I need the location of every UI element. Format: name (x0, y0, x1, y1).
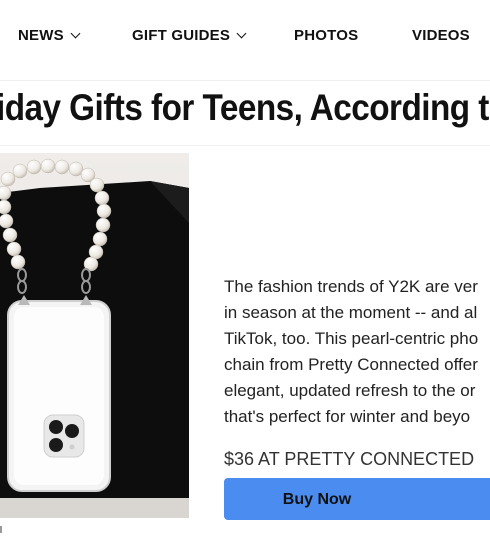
top-nav: NEWS GIFT GUIDES PHOTOS VIDEOS (0, 0, 490, 78)
product-description: The fashion trends of Y2K are ver in sea… (224, 277, 479, 426)
headline-band: iday Gifts for Teens, According to (0, 80, 490, 146)
chevron-down-icon (236, 28, 247, 39)
image-credit-mark (0, 526, 2, 533)
nav-gift-guides[interactable]: GIFT GUIDES (132, 27, 247, 44)
pearl-phone-chain-icon (0, 153, 189, 518)
nav-news[interactable]: NEWS (18, 27, 81, 44)
price-label[interactable]: $36 AT PRETTY CONNECTED (224, 449, 474, 470)
nav-news-label: NEWS (18, 27, 64, 44)
buy-now-label: Buy Now (282, 491, 352, 508)
nav-videos-label: VIDEOS (412, 27, 470, 44)
chevron-down-icon (70, 28, 81, 39)
article-headline: iday Gifts for Teens, According to (0, 87, 490, 128)
product-image (0, 153, 189, 518)
nav-photos[interactable]: PHOTOS (294, 27, 358, 44)
buy-now-button[interactable]: Buy Now (224, 478, 490, 520)
nav-gift-guides-label: GIFT GUIDES (132, 27, 231, 44)
nav-videos[interactable]: VIDEOS (412, 27, 470, 44)
nav-photos-label: PHOTOS (294, 27, 359, 44)
